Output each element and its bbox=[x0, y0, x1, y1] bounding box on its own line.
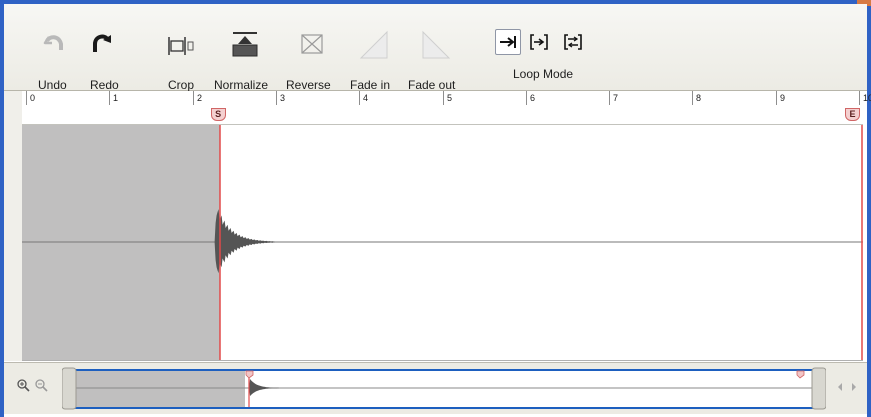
loop-region-button[interactable] bbox=[529, 32, 549, 52]
normalize-icon bbox=[230, 30, 260, 61]
ruler-tick bbox=[776, 91, 777, 105]
overview-right-handle[interactable] bbox=[811, 367, 827, 410]
loop-once-icon bbox=[500, 36, 516, 48]
redo-label: Redo bbox=[90, 78, 119, 92]
reverse-icon bbox=[299, 32, 325, 59]
loop-region-icon bbox=[530, 34, 548, 50]
ruler-tick bbox=[692, 91, 693, 105]
overview-navigator bbox=[4, 362, 867, 414]
ruler-tick-label: 4 bbox=[363, 93, 369, 103]
ruler-tick-label: 1 bbox=[113, 93, 119, 103]
window-frame-right bbox=[867, 0, 871, 417]
normalize-button[interactable]: Normalize bbox=[214, 10, 276, 92]
zoom-out-button[interactable] bbox=[34, 378, 48, 395]
loop-once-button[interactable] bbox=[495, 29, 521, 55]
ruler-tick-label: 9 bbox=[780, 93, 786, 103]
scroll-left-button[interactable] bbox=[836, 381, 844, 395]
fade-out-icon bbox=[421, 30, 451, 63]
crop-button[interactable]: Crop bbox=[162, 10, 202, 92]
zoom-out-icon bbox=[35, 379, 48, 392]
time-ruler[interactable]: 0 1 2 3 4 5 6 7 8 9 10 S E bbox=[22, 91, 871, 125]
toolbar: Undo Redo Crop Normalize Reverse Fade in… bbox=[4, 4, 867, 92]
overview-left-handle[interactable] bbox=[61, 367, 77, 410]
waveform-signal bbox=[214, 209, 275, 274]
redo-button[interactable]: Redo bbox=[84, 10, 120, 92]
ruler-tick bbox=[609, 91, 610, 105]
ruler-tick-label: 10 bbox=[863, 93, 871, 103]
overview-scroll-track[interactable] bbox=[61, 366, 827, 411]
waveform-canvas[interactable] bbox=[22, 125, 863, 360]
ruler-tick bbox=[276, 91, 277, 105]
normalize-label: Normalize bbox=[214, 78, 269, 92]
start-marker[interactable]: S bbox=[210, 108, 226, 121]
ruler-tick-label: 0 bbox=[30, 93, 36, 103]
zoom-in-icon bbox=[17, 379, 30, 392]
ruler-tick bbox=[359, 91, 360, 105]
waveform-editor[interactable] bbox=[22, 125, 863, 361]
fade-in-label: Fade in bbox=[350, 78, 391, 92]
ruler-tick bbox=[109, 91, 110, 105]
undo-label: Undo bbox=[38, 78, 67, 92]
ruler-tick-label: 6 bbox=[530, 93, 536, 103]
reverse-button[interactable]: Reverse bbox=[286, 10, 338, 92]
overview-unselected-region bbox=[75, 371, 245, 407]
crop-label: Crop bbox=[168, 78, 195, 92]
fade-out-label: Fade out bbox=[408, 78, 456, 92]
ruler-tick bbox=[443, 91, 444, 105]
ruler-tick bbox=[859, 91, 860, 105]
loop-mode-label: Loop Mode bbox=[513, 67, 574, 81]
ruler-tick bbox=[526, 91, 527, 105]
loop-repeat-icon bbox=[564, 34, 582, 50]
redo-icon bbox=[91, 32, 113, 57]
fade-in-button[interactable]: Fade in bbox=[350, 10, 398, 92]
scroll-left-icon bbox=[838, 383, 842, 391]
fade-out-button[interactable]: Fade out bbox=[408, 10, 464, 92]
scroll-right-icon bbox=[852, 383, 856, 391]
zoom-in-button[interactable] bbox=[16, 378, 30, 395]
ruler-tick bbox=[26, 91, 27, 105]
loop-repeat-button[interactable] bbox=[563, 32, 583, 52]
undo-button[interactable]: Undo bbox=[36, 10, 72, 92]
track-header-strip bbox=[4, 91, 22, 361]
ruler-tick-label: 2 bbox=[197, 93, 203, 103]
undo-icon bbox=[43, 32, 65, 55]
ruler-tick-label: 3 bbox=[280, 93, 286, 103]
scroll-right-button[interactable] bbox=[850, 381, 858, 395]
reverse-label: Reverse bbox=[286, 78, 331, 92]
end-marker[interactable]: E bbox=[845, 108, 860, 121]
fade-in-icon bbox=[359, 30, 389, 63]
ruler-tick bbox=[193, 91, 194, 105]
ruler-tick-label: 5 bbox=[447, 93, 453, 103]
ruler-tick-label: 7 bbox=[613, 93, 619, 103]
ruler-tick-label: 8 bbox=[696, 93, 702, 103]
crop-icon bbox=[167, 35, 197, 60]
